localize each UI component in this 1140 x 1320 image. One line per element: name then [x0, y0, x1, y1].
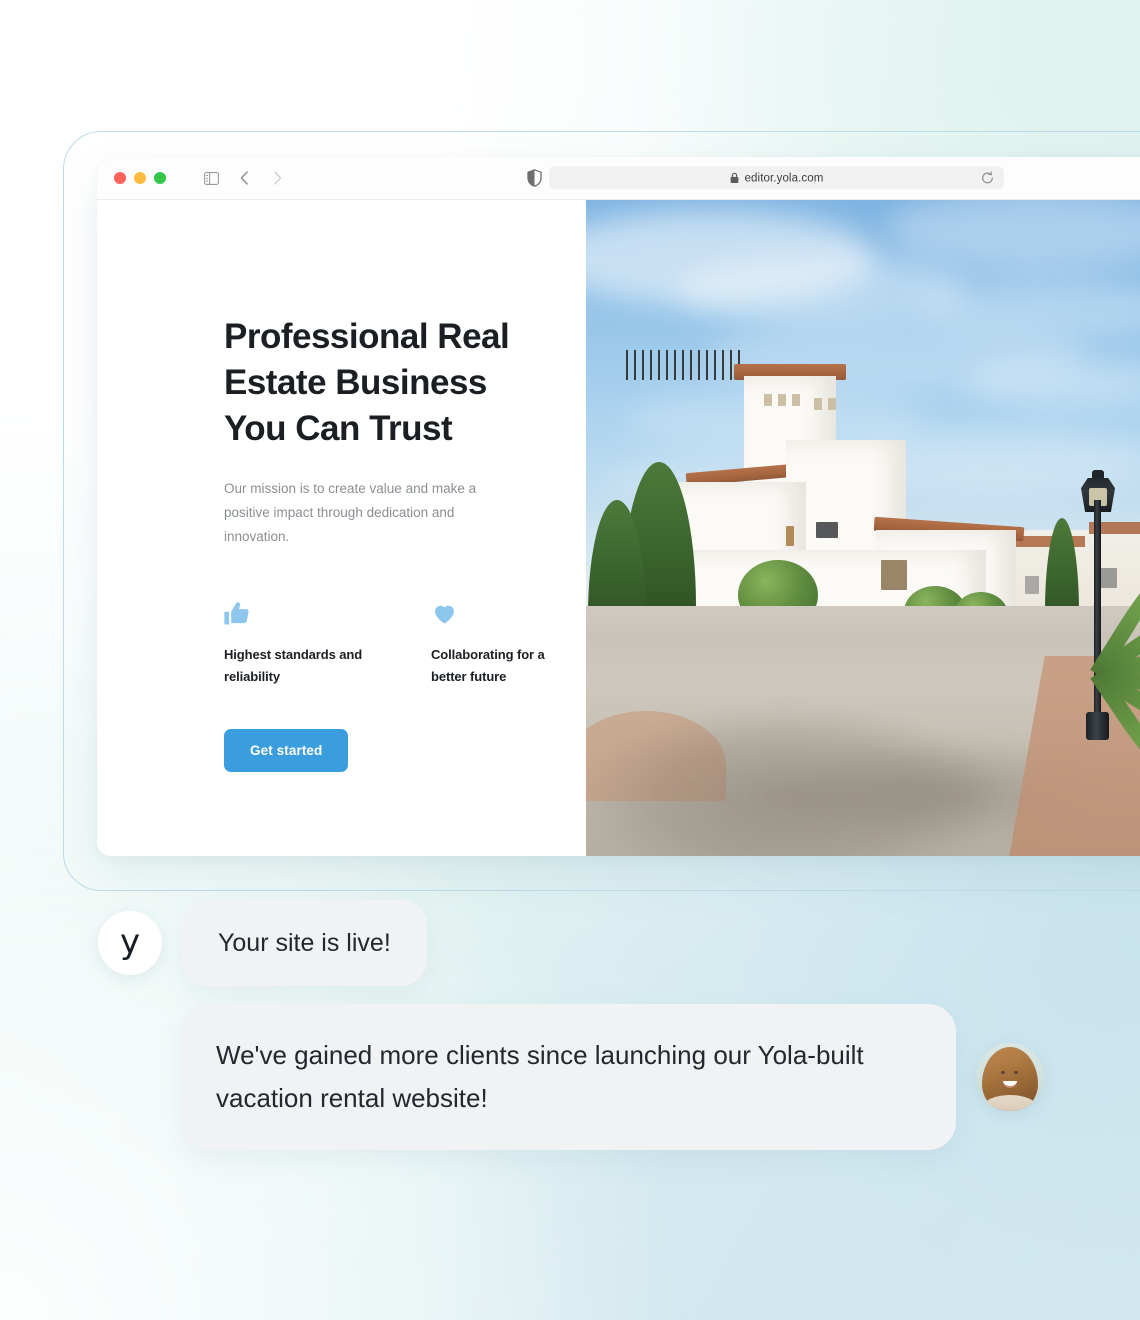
avatar-eye — [1001, 1071, 1005, 1074]
shutter-window — [881, 560, 907, 590]
window — [828, 398, 836, 410]
feature-item-standards: Highest standards and reliability — [224, 595, 369, 687]
address-bar[interactable]: editor.yola.com — [549, 166, 1004, 190]
palm-plant — [1037, 567, 1140, 778]
reload-button[interactable] — [980, 171, 994, 185]
browser-window: editor.yola.com Professional Real Estate… — [97, 157, 1140, 856]
window — [778, 394, 786, 406]
window — [816, 522, 838, 538]
cloud — [886, 200, 1140, 270]
window — [814, 398, 822, 410]
lock-icon — [730, 172, 738, 183]
minimize-button[interactable] — [134, 172, 146, 184]
window — [764, 394, 772, 406]
chat-message-row: We've gained more clients since launchin… — [0, 1004, 1140, 1150]
maximize-button[interactable] — [154, 172, 166, 184]
get-started-button[interactable]: Get started — [224, 729, 349, 772]
feature-list: Highest standards and reliability Collab… — [224, 595, 586, 687]
chat-message-row: y Your site is live! — [0, 900, 1140, 986]
back-button[interactable] — [231, 165, 257, 191]
forward-button[interactable] — [264, 165, 290, 191]
window — [792, 394, 800, 406]
window-controls — [114, 172, 166, 184]
chat-bubble-status: Your site is live! — [182, 900, 427, 986]
yola-logo-avatar: y — [98, 911, 162, 975]
heart-icon — [431, 595, 576, 627]
website-preview: Professional Real Estate Business You Ca… — [97, 200, 1140, 856]
url-text: editor.yola.com — [744, 172, 824, 184]
balcony-railing — [626, 350, 746, 380]
chat-section: y Your site is live! We've gained more c… — [0, 900, 1140, 1150]
customer-photo-avatar — [976, 1043, 1044, 1111]
feature-item-collaboration: Collaborating for a better future — [431, 595, 576, 687]
window — [786, 526, 794, 546]
feature-label: Collaborating for a better future — [431, 647, 545, 684]
sidebar-toggle-icon — [203, 171, 219, 185]
hero-text-column: Professional Real Estate Business You Ca… — [97, 200, 586, 856]
reload-icon — [981, 171, 993, 184]
chevron-right-icon — [273, 171, 281, 185]
thumbs-up-icon — [224, 595, 369, 627]
browser-toolbar: editor.yola.com — [97, 157, 1140, 200]
page-title: Professional Real Estate Business You Ca… — [224, 317, 510, 448]
sidebar-toggle-button[interactable] — [198, 165, 224, 191]
chat-bubble-testimonial: We've gained more clients since launchin… — [182, 1004, 956, 1150]
distant-window — [1101, 568, 1117, 588]
avatar-eye — [1014, 1071, 1018, 1074]
close-button[interactable] — [114, 172, 126, 184]
hero-subtitle: Our mission is to create value and make … — [224, 481, 477, 544]
navigation-controls — [198, 165, 290, 191]
avatar-shoulder — [984, 1095, 1036, 1111]
privacy-shield-icon — [526, 169, 542, 187]
yola-logo-letter: y — [119, 921, 141, 962]
hero-image — [586, 200, 1140, 856]
chevron-left-icon — [240, 171, 248, 185]
feature-label: Highest standards and reliability — [224, 647, 363, 684]
privacy-shield-button[interactable] — [523, 167, 545, 189]
